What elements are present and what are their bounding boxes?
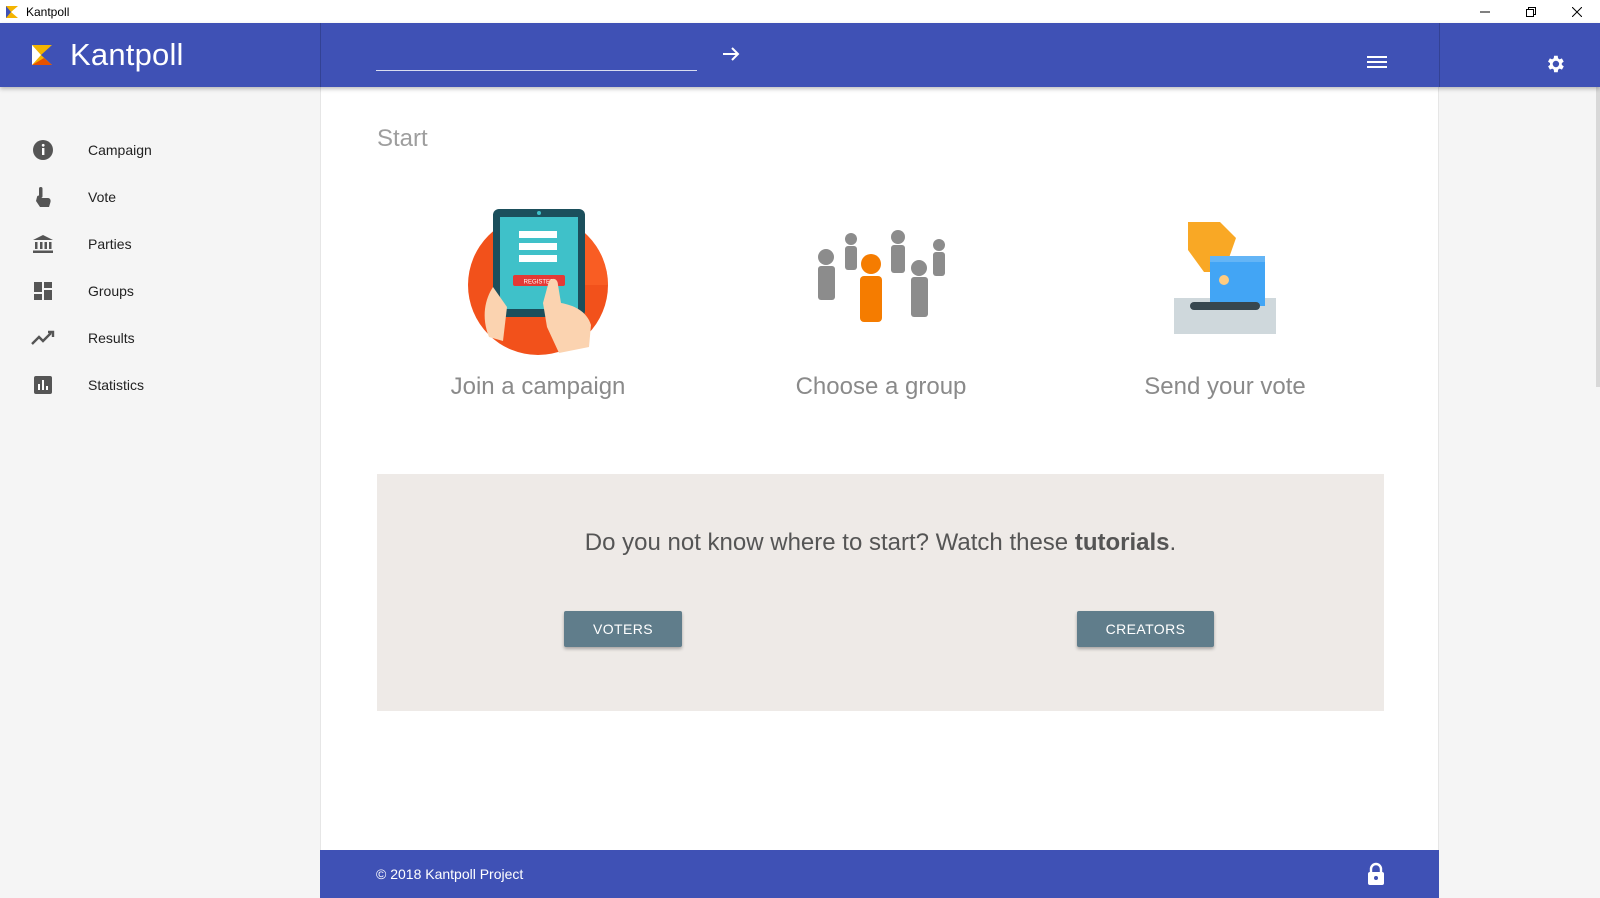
window-title: Kantpoll (26, 4, 70, 19)
header-divider (320, 23, 321, 87)
choose-group-illustration (731, 207, 1031, 357)
search-input[interactable] (376, 39, 697, 71)
minimize-icon (1480, 11, 1490, 12)
sidebar-item-statistics[interactable]: Statistics (0, 365, 320, 405)
sidebar-item-label: Vote (88, 189, 117, 205)
sidebar-item-groups[interactable]: Groups (0, 271, 320, 311)
menu-icon (1367, 56, 1387, 68)
window-titlebar: Kantpoll (0, 0, 1600, 23)
app-logo-icon (6, 5, 18, 18)
gear-icon (1548, 55, 1564, 73)
step-send-vote[interactable]: Send your vote (1075, 207, 1375, 401)
app-name: Kantpoll (70, 37, 184, 72)
tutorial-panel: Do you not know where to start? Watch th… (377, 474, 1384, 711)
voters-button[interactable]: VOTERS (564, 611, 682, 647)
go-button[interactable] (718, 41, 744, 67)
header-divider-right (1439, 23, 1440, 87)
sidebar-item-label: Parties (88, 236, 132, 252)
sidebar-item-parties[interactable]: Parties (0, 224, 320, 264)
trending-icon (31, 326, 55, 350)
scrollbar[interactable] (1596, 87, 1600, 387)
lock-icon[interactable] (1365, 862, 1387, 886)
menu-button[interactable] (1364, 51, 1390, 73)
sidebar-item-label: Statistics (88, 377, 145, 393)
step-caption: Send your vote (1144, 373, 1306, 400)
restore-icon (1526, 6, 1536, 17)
copyright-text: © 2018 Kantpoll Project (376, 866, 524, 882)
dashboard-icon (31, 279, 55, 303)
app-header: Kantpoll (0, 23, 1600, 87)
sidebar-item-campaign[interactable]: Campaign (0, 130, 320, 170)
brand[interactable]: Kantpoll (0, 23, 320, 87)
bank-icon (31, 232, 55, 256)
window-controls (1462, 0, 1600, 23)
tutorial-text-lead: Do you not know where to start? Watch th… (584, 529, 1075, 556)
settings-button[interactable] (1542, 51, 1568, 77)
step-caption: Join a campaign (450, 373, 626, 400)
close-icon (1572, 6, 1582, 17)
creators-button[interactable]: CREATORS (1077, 611, 1214, 647)
main-content: Start REGISTER Join a campaign Choose a … (320, 87, 1439, 850)
sidebar: Campaign Vote Parties Groups Results Sta… (0, 87, 320, 898)
step-choose-group[interactable]: Choose a group (731, 207, 1031, 401)
minimize-button[interactable] (1462, 0, 1508, 23)
app-logo-icon (32, 45, 52, 65)
tutorial-text-end: . (1169, 529, 1177, 556)
arrow-forward-icon (723, 47, 740, 61)
sidebar-item-label: Campaign (88, 142, 152, 158)
sidebar-item-vote[interactable]: Vote (0, 177, 320, 217)
page-title: Start (377, 125, 428, 152)
step-caption: Choose a group (795, 373, 967, 400)
restore-button[interactable] (1508, 0, 1554, 23)
footer: © 2018 Kantpoll Project (320, 850, 1439, 898)
tutorials-link[interactable]: tutorials (1075, 529, 1170, 556)
touch-icon (31, 185, 55, 209)
tutorial-text: Do you not know where to start? Watch th… (377, 529, 1384, 557)
sidebar-item-label: Results (88, 330, 135, 346)
step-join-campaign[interactable]: REGISTER Join a campaign (388, 207, 688, 401)
join-campaign-illustration: REGISTER (388, 207, 688, 357)
info-icon (31, 138, 55, 162)
close-button[interactable] (1554, 0, 1600, 23)
sidebar-item-label: Groups (88, 283, 134, 299)
send-vote-illustration (1075, 207, 1375, 357)
bar-chart-icon (31, 373, 55, 397)
sidebar-item-results[interactable]: Results (0, 318, 320, 358)
